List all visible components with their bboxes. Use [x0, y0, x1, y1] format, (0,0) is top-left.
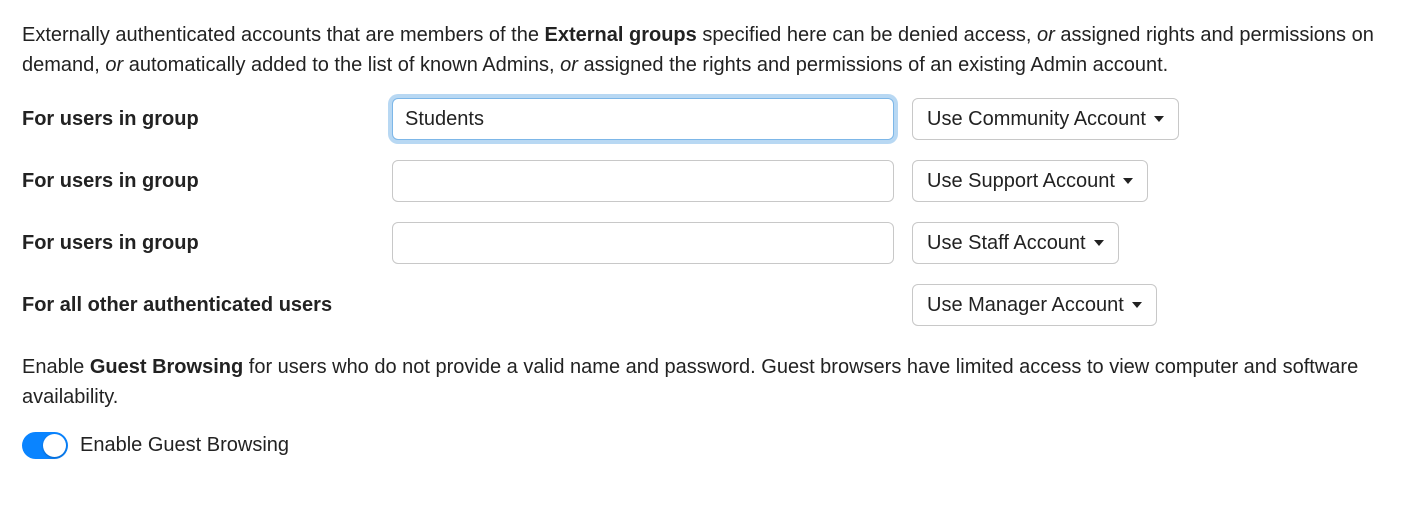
intro-or: or — [560, 54, 578, 76]
intro-bold-external-groups: External groups — [545, 24, 697, 46]
dropdown-label: Use Staff Account — [927, 228, 1086, 258]
intro-text: Externally authenticated accounts that a… — [22, 24, 545, 46]
group-rule-row: For users in group Use Community Account — [22, 98, 1400, 140]
group-name-input[interactable] — [392, 222, 894, 264]
guest-browsing-toggle-label: Enable Guest Browsing — [80, 430, 289, 460]
guest-bold: Guest Browsing — [90, 356, 243, 378]
other-users-label: For all other authenticated users — [22, 290, 894, 320]
caret-down-icon — [1132, 302, 1142, 308]
intro-text: assigned the rights and permissions of a… — [578, 54, 1168, 76]
group-action-dropdown[interactable]: Use Staff Account — [912, 222, 1119, 264]
group-action-dropdown[interactable]: Use Support Account — [912, 160, 1148, 202]
group-rules-section: For users in group Use Community Account… — [22, 98, 1400, 326]
caret-down-icon — [1123, 178, 1133, 184]
intro-or: or — [1037, 24, 1055, 46]
group-name-input[interactable] — [392, 98, 894, 140]
group-rule-label: For users in group — [22, 104, 374, 134]
group-name-input[interactable] — [392, 160, 894, 202]
guest-browsing-intro: Enable Guest Browsing for users who do n… — [22, 352, 1400, 412]
intro-or: or — [105, 54, 123, 76]
intro-text: automatically added to the list of known… — [123, 54, 560, 76]
group-rule-label: For users in group — [22, 166, 374, 196]
dropdown-label: Use Manager Account — [927, 290, 1124, 320]
guest-browsing-toggle-row: Enable Guest Browsing — [22, 430, 1400, 460]
guest-browsing-toggle[interactable] — [22, 432, 68, 459]
intro-text: specified here can be denied access, — [697, 24, 1037, 46]
dropdown-label: Use Support Account — [927, 166, 1115, 196]
other-users-action-dropdown[interactable]: Use Manager Account — [912, 284, 1157, 326]
group-rule-row: For users in group Use Support Account — [22, 160, 1400, 202]
caret-down-icon — [1094, 240, 1104, 246]
group-rule-label: For users in group — [22, 228, 374, 258]
dropdown-label: Use Community Account — [927, 104, 1146, 134]
external-groups-intro: Externally authenticated accounts that a… — [22, 20, 1400, 80]
guest-text: Enable — [22, 356, 90, 378]
group-rule-row: For users in group Use Staff Account — [22, 222, 1400, 264]
toggle-knob — [43, 434, 66, 457]
group-action-dropdown[interactable]: Use Community Account — [912, 98, 1179, 140]
other-users-row: For all other authenticated users Use Ma… — [22, 284, 1400, 326]
caret-down-icon — [1154, 116, 1164, 122]
